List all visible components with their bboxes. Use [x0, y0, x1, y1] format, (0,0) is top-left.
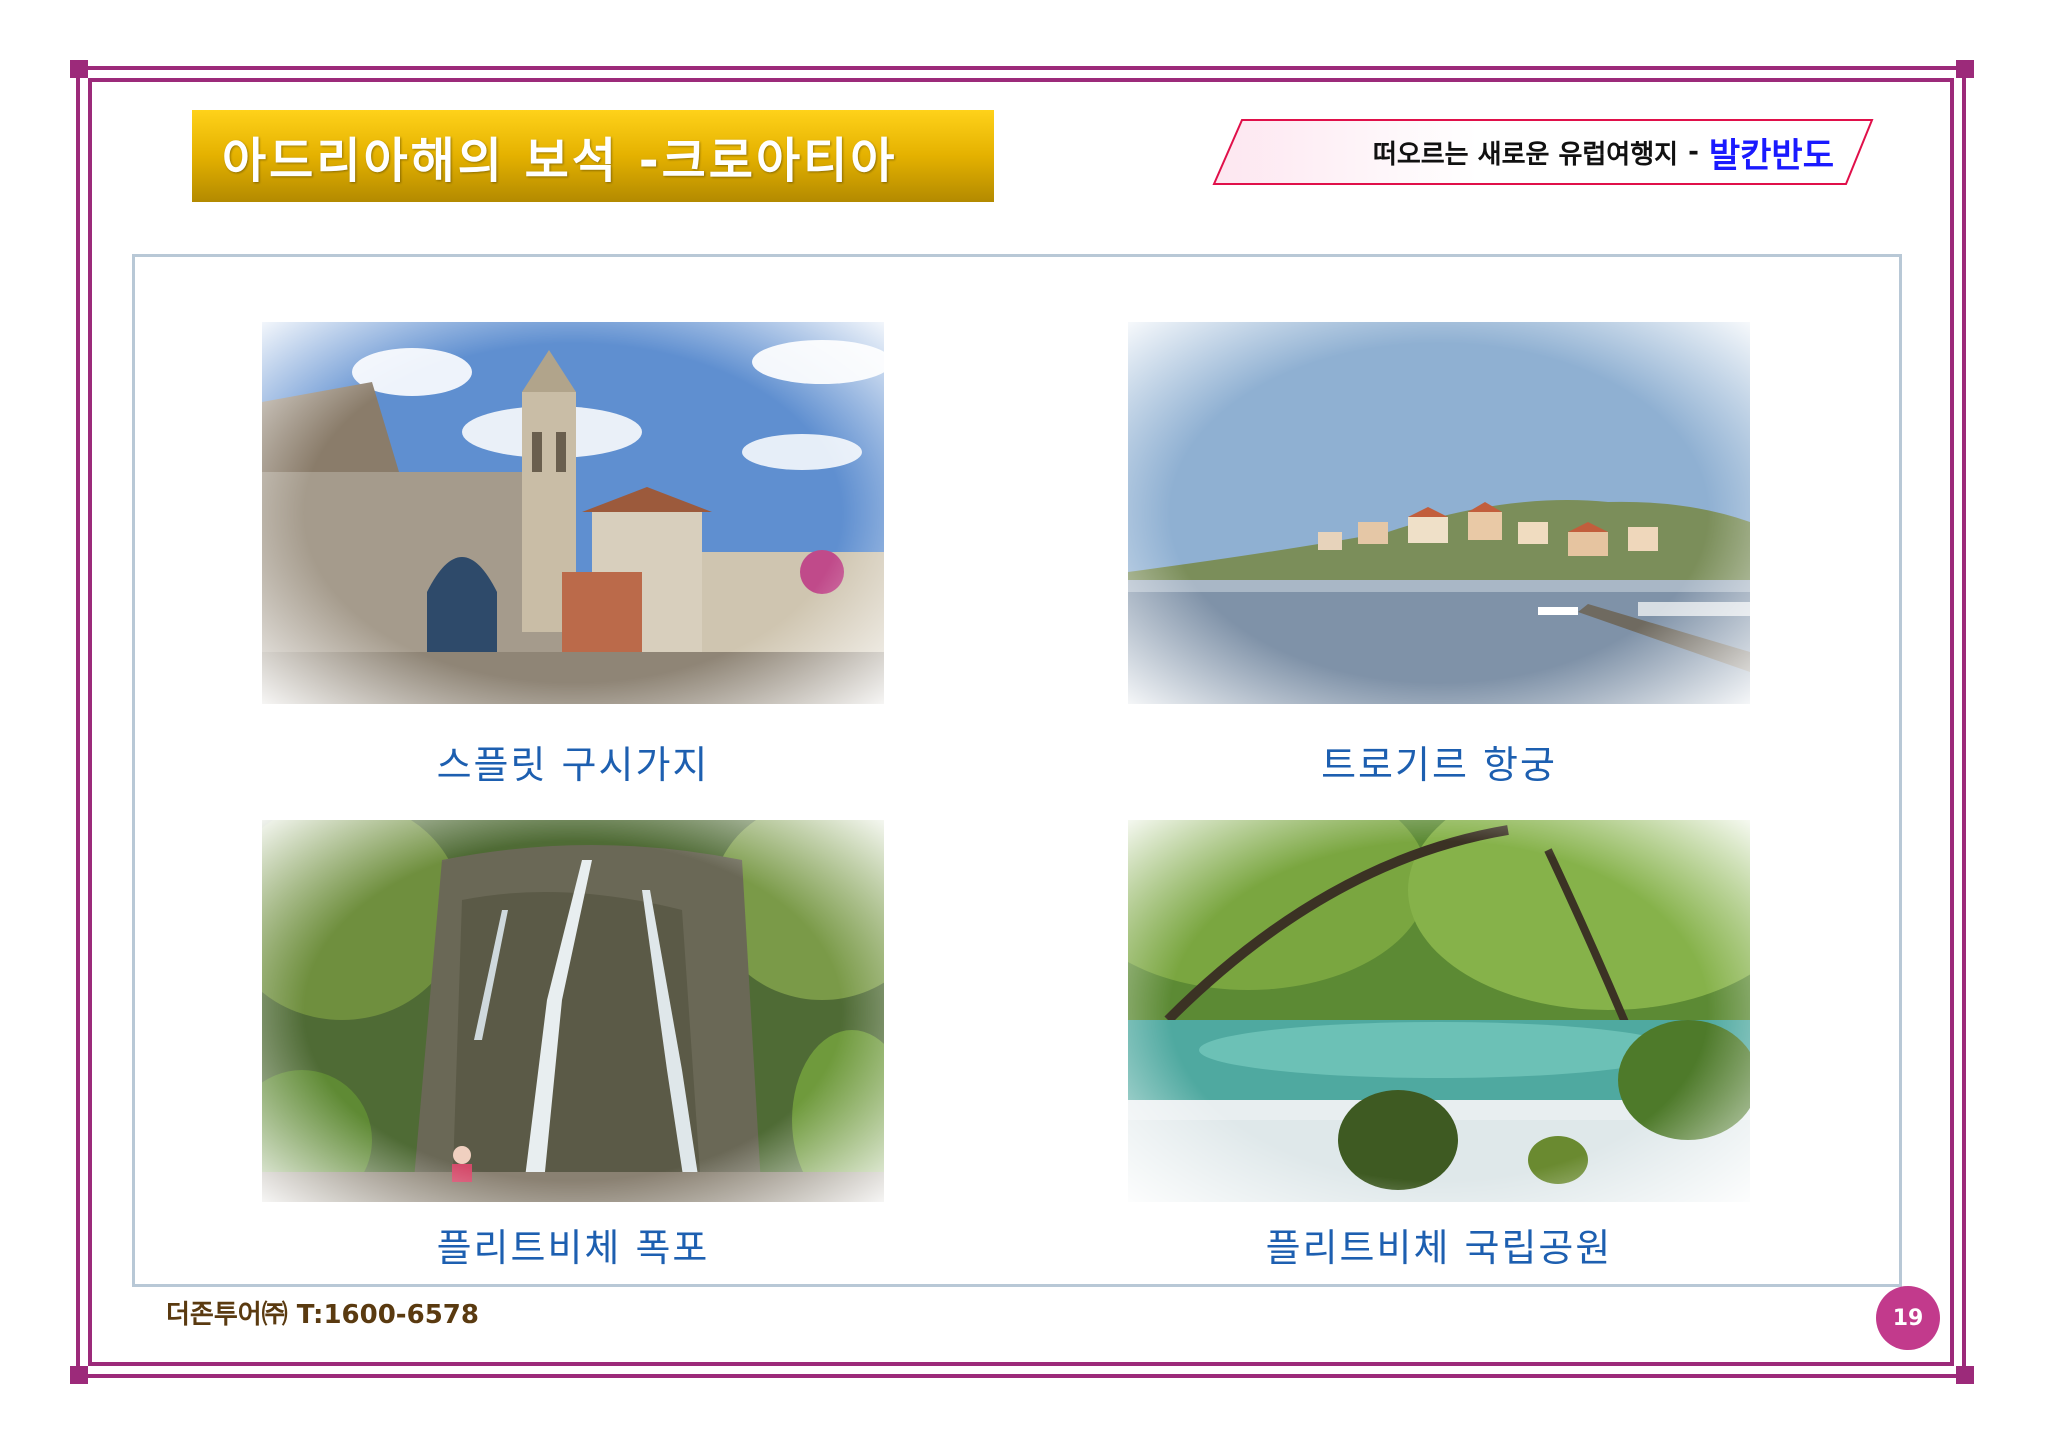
- corner-ornament: [70, 60, 88, 78]
- subtitle-text: 떠오르는 새로운 유럽여행지: [1372, 139, 1679, 170]
- subtitle-banner: 떠오르는 새로운 유럽여행지 - 발칸반도: [1212, 118, 1874, 186]
- page-number-badge: 19: [1876, 1286, 1940, 1350]
- photo-plitvice-waterfall: [262, 820, 884, 1202]
- footer-company: 더존투어㈜ T:1600-6578: [166, 1300, 479, 1330]
- corner-ornament: [70, 1366, 88, 1384]
- corner-ornament: [1956, 60, 1974, 78]
- slide-title-box: 아드리아해의 보석 -크로아티아: [192, 110, 994, 202]
- corner-ornament: [1956, 1366, 1974, 1384]
- photo-caption: 트로기르 항궁: [1321, 743, 1557, 787]
- photo-caption: 스플릿 구시가지: [436, 743, 710, 787]
- photo-caption: 플리트비체 폭포: [436, 1226, 710, 1270]
- slide-title: 아드리아해의 보석 -크로아티아: [222, 133, 898, 189]
- subtitle-separator: -: [1688, 137, 1699, 167]
- photo-trogir-harbour: [1128, 322, 1750, 704]
- subtitle-accent: 발칸반도: [1708, 135, 1834, 176]
- photo-caption: 플리트비체 국립공원: [1265, 1226, 1613, 1270]
- photo-split-old-town: [262, 322, 884, 704]
- photo-plitvice-park: [1128, 820, 1750, 1202]
